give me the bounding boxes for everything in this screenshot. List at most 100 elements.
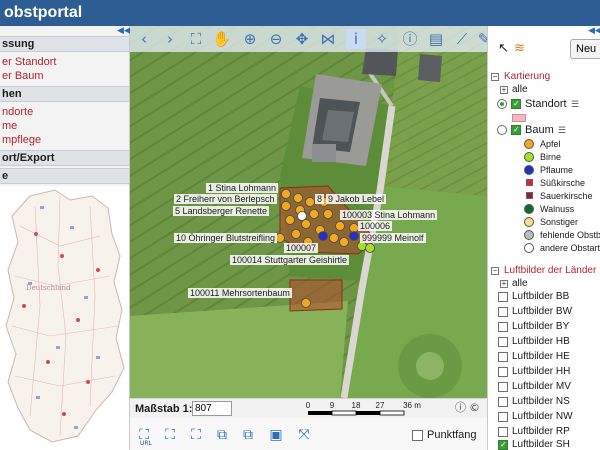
layer-checkbox[interactable] — [498, 397, 508, 407]
url-label: URL — [140, 440, 152, 447]
baum-radio[interactable] — [497, 125, 507, 135]
menu-item-baumpflege[interactable]: mpflege — [0, 134, 129, 147]
app-header: obstportal — [0, 0, 600, 26]
tree-label[interactable]: 100006 — [358, 221, 393, 231]
menu-icon[interactable]: ☰ — [558, 124, 566, 136]
collapse-icon[interactable]: − — [491, 267, 499, 275]
tree-label[interactable]: 100003 Stina Lohmann — [340, 210, 438, 220]
collapse-left-panel-icon[interactable]: ◀◀ — [117, 26, 131, 36]
menu-icon[interactable]: ☰ — [571, 98, 579, 110]
legend-label: Pflaume — [540, 165, 574, 175]
select-tool-icon[interactable]: ↖ — [498, 40, 509, 58]
move-icon[interactable]: ✥ — [292, 29, 312, 49]
layer-luftbilder[interactable]: Luftbilder BW — [488, 305, 600, 319]
tree-label[interactable]: 9 Jakob Lebel — [326, 194, 387, 204]
plus-icon[interactable]: + — [500, 280, 508, 288]
tree-label[interactable]: 100011 Mehrsortenbaum — [188, 288, 292, 298]
layer-label: Luftbilder MV — [512, 381, 571, 392]
compass-icon[interactable]: ✧ — [372, 29, 392, 49]
shed — [312, 144, 336, 162]
layer-checkbox[interactable] — [498, 292, 508, 302]
tree-label[interactable]: 8 — [315, 194, 325, 204]
select-all-luftbilder[interactable]: + alle — [488, 277, 600, 291]
app-title: obstportal — [4, 4, 83, 21]
tree-label[interactable]: 2 Freiherr von Berlepsch — [174, 194, 277, 204]
info-icon[interactable]: i — [346, 29, 366, 49]
layer-label: Luftbilder HE — [512, 351, 570, 362]
zoom-out-icon[interactable]: ⊖ — [266, 29, 286, 49]
map-view[interactable]: 1 Stina Lohmann 2 Freiherr von Berlepsch… — [130, 26, 487, 398]
menu-item-neuer-baum[interactable]: er Baum — [0, 70, 129, 83]
tree-label[interactable]: 100014 Stuttgarter Geishirtle — [230, 255, 350, 265]
menu-item-neuer-standort[interactable]: er Standort — [0, 56, 129, 69]
about-icon[interactable]: ⓘ — [400, 29, 420, 49]
section-header-import-export[interactable]: ort/Export — [0, 150, 129, 166]
tree-label[interactable]: 10 Öhringer Blutstreifling — [174, 233, 278, 243]
layer-checkbox[interactable] — [498, 307, 508, 317]
layer-luftbilder[interactable]: Luftbilder SH — [488, 438, 600, 450]
layer-checkbox[interactable] — [498, 367, 508, 377]
section-header-erfassung[interactable]: ssung — [0, 36, 129, 52]
layer-luftbilder[interactable]: Luftbilder NS — [488, 395, 600, 409]
scale-input[interactable]: 807 — [192, 401, 232, 416]
section-header-suchen[interactable]: hen — [0, 86, 129, 102]
info-icon[interactable]: ⓘ — [455, 401, 466, 415]
collapse-right-panel-icon[interactable]: ◀◀ — [588, 26, 600, 36]
layer-checkbox[interactable] — [498, 438, 508, 450]
standort-checkbox[interactable] — [511, 97, 521, 111]
layer-checkbox[interactable] — [498, 352, 508, 362]
tree-label[interactable]: 999999 Meinolf — [360, 233, 426, 243]
print-icon[interactable]: ▣ — [266, 425, 286, 445]
tree-label[interactable]: 1 Stina Lohmann — [206, 183, 279, 193]
layer-baum[interactable]: Baum ☰ — [488, 123, 600, 137]
zoom-in-icon[interactable]: ⊕ — [240, 29, 260, 49]
copyright-icon[interactable]: © — [469, 401, 480, 415]
layer-luftbilder[interactable]: Luftbilder NW — [488, 410, 600, 424]
layer-checkbox[interactable] — [498, 382, 508, 392]
chevron-right-icon[interactable]: › — [160, 29, 180, 49]
collapse-icon[interactable]: − — [491, 73, 499, 81]
menu-item-baeume[interactable]: me — [0, 120, 129, 133]
layer-checkbox[interactable] — [498, 322, 508, 332]
add-area-icon[interactable]: ⛶ — [186, 425, 206, 445]
section-header-hilfe[interactable]: e — [0, 168, 129, 184]
walnuss-marker-icon — [524, 204, 534, 214]
layers-icon[interactable]: ⧉ — [212, 425, 232, 445]
standort-radio[interactable] — [497, 99, 507, 109]
layer-luftbilder[interactable]: Luftbilder BB — [488, 290, 600, 304]
measure-icon[interactable]: ⋈ — [318, 29, 338, 49]
brush-icon[interactable]: ✎ — [474, 29, 487, 49]
tree-label[interactable]: 5 Landsberger Renette — [173, 206, 270, 216]
layer-luftbilder[interactable]: Luftbilder MV — [488, 380, 600, 394]
layer-label: Luftbilder NW — [512, 411, 573, 422]
layers-add-icon[interactable]: ⧉ — [238, 425, 258, 445]
layers-icon[interactable]: ≋ — [514, 40, 525, 58]
chevron-left-icon[interactable]: ‹ — [134, 29, 154, 49]
tree-label[interactable]: 100007 — [284, 243, 319, 253]
layer-luftbilder[interactable]: Luftbilder HE — [488, 350, 600, 364]
extent-icon[interactable]: ⛶ — [186, 29, 206, 49]
menu-item-standorte[interactable]: ndorte — [0, 106, 129, 119]
baum-checkbox[interactable] — [511, 123, 521, 137]
snap-checkbox[interactable] — [412, 430, 423, 441]
new-button[interactable]: Neu — [570, 39, 600, 59]
layer-standort[interactable]: Standort ☰ — [488, 97, 600, 111]
expand-icon[interactable]: ⤧ — [294, 425, 314, 445]
ruler-icon[interactable]: ⟋ — [452, 29, 472, 49]
suesskirsche-marker-icon — [526, 179, 533, 186]
pan-hand-icon[interactable]: ✋ — [212, 29, 232, 49]
layer-luftbilder[interactable]: Luftbilder RP — [488, 425, 600, 439]
layer-checkbox[interactable] — [498, 427, 508, 437]
layer-luftbilder[interactable]: Luftbilder HB — [488, 335, 600, 349]
layer-checkbox[interactable] — [498, 412, 508, 422]
layer-luftbilder[interactable]: Luftbilder HH — [488, 365, 600, 379]
document-icon[interactable]: ▤ — [426, 29, 446, 49]
city-marker — [96, 268, 100, 272]
plus-icon[interactable]: + — [500, 86, 508, 94]
select-area-icon[interactable]: ⛶ — [160, 425, 180, 445]
legend-label: Birne — [540, 152, 562, 162]
select-all-kartierung[interactable]: + alle — [488, 83, 600, 97]
overview-map[interactable]: Deutschland — [0, 186, 129, 450]
layer-checkbox[interactable] — [498, 337, 508, 347]
layer-luftbilder[interactable]: Luftbilder BY — [488, 320, 600, 334]
